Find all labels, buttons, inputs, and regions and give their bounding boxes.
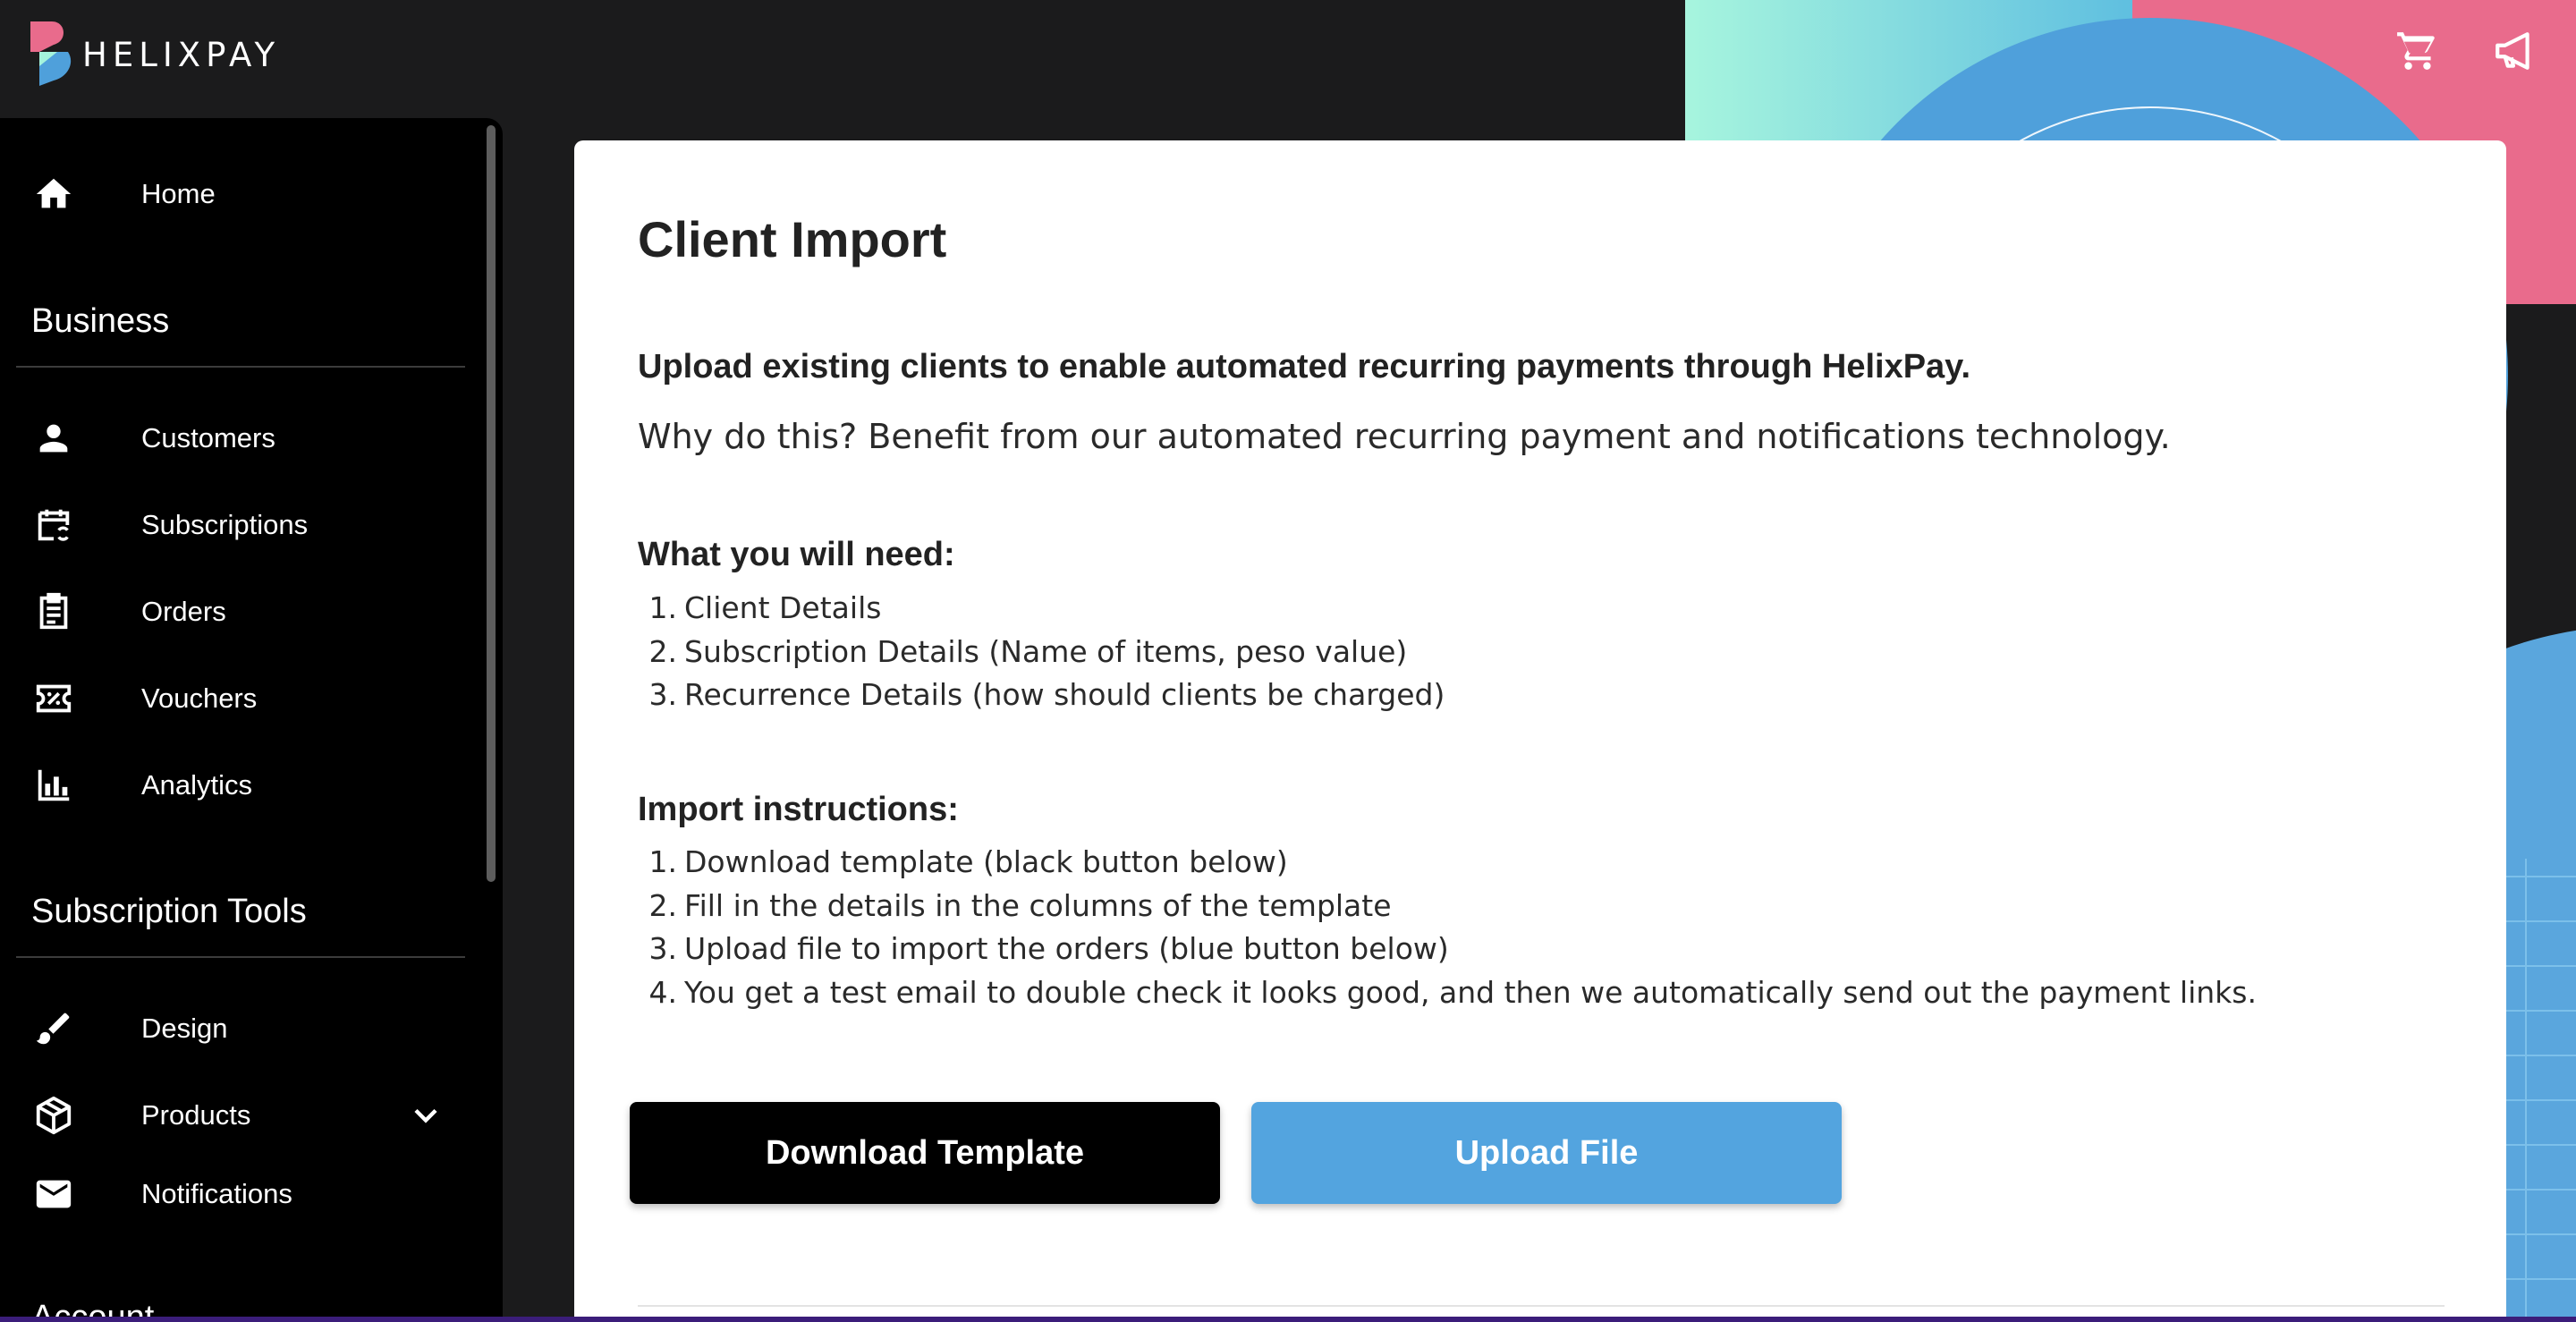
sidebar-item-products[interactable]: Products bbox=[0, 1080, 474, 1151]
sidebar-item-subscriptions[interactable]: Subscriptions bbox=[0, 489, 474, 561]
sidebar-item-label: Notifications bbox=[141, 1178, 292, 1209]
sidebar-item-label: Subscriptions bbox=[141, 509, 309, 540]
sidebar-item-customers[interactable]: Customers bbox=[0, 403, 474, 474]
sidebar-item-label: Vouchers bbox=[141, 682, 258, 714]
sidebar-item-label: Home bbox=[141, 178, 216, 209]
cart-icon[interactable] bbox=[2392, 25, 2444, 77]
voucher-icon bbox=[30, 675, 77, 722]
home-icon bbox=[30, 171, 77, 217]
list-item: 1. Download template (black button below) bbox=[648, 844, 1288, 879]
upload-file-button[interactable]: Upload File bbox=[1251, 1102, 1842, 1204]
calendar-sync-icon bbox=[30, 502, 77, 548]
download-template-button[interactable]: Download Template bbox=[630, 1102, 1220, 1204]
sidebar-scrollbar[interactable] bbox=[487, 125, 496, 882]
need-list: 1. Client Details 2. Subscription Details … bbox=[638, 587, 1445, 717]
instructions-heading: Import instructions: bbox=[638, 791, 959, 828]
sidebar-item-label: Products bbox=[141, 1099, 251, 1131]
lead-text: Upload existing clients to enable automa… bbox=[638, 348, 1971, 386]
sidebar-item-label: Analytics bbox=[141, 769, 253, 801]
sidebar-item-design[interactable]: Design bbox=[0, 993, 474, 1064]
sidebar-item-orders[interactable]: Orders bbox=[0, 576, 474, 648]
sidebar-item-vouchers[interactable]: Vouchers bbox=[0, 663, 474, 734]
client-import-card: Client Import Upload existing clients to… bbox=[574, 140, 2506, 1322]
sidebar-item-label: Design bbox=[141, 1013, 228, 1044]
sidebar-item-analytics[interactable]: Analytics bbox=[0, 750, 474, 821]
section-title-subscription-tools: Subscription Tools bbox=[31, 893, 307, 930]
sidebar-item-label: Customers bbox=[141, 422, 275, 453]
bar-chart-icon bbox=[30, 762, 77, 809]
clipboard-icon bbox=[30, 589, 77, 635]
person-icon bbox=[30, 415, 77, 462]
megaphone-icon[interactable] bbox=[2488, 25, 2540, 77]
section-divider bbox=[16, 956, 465, 958]
brand-logo[interactable]: HELIXPAY bbox=[30, 21, 280, 88]
list-item: 3. Upload file to import the orders (blue… bbox=[648, 931, 1449, 966]
brand-name: HELIXPAY bbox=[82, 35, 281, 74]
sidebar-item-notifications[interactable]: Notifications bbox=[0, 1158, 474, 1230]
list-item: 2. Subscription Details (Name of items, p… bbox=[648, 633, 1408, 669]
topbar-actions bbox=[2392, 25, 2540, 77]
box-icon bbox=[30, 1092, 77, 1139]
section-title-business: Business bbox=[31, 302, 170, 340]
mail-icon bbox=[30, 1171, 77, 1217]
helixpay-logo-icon bbox=[30, 21, 72, 86]
sidebar: Home Business Customers Subscriptions Or… bbox=[0, 118, 503, 1322]
card-divider bbox=[638, 1305, 2445, 1307]
section-divider bbox=[16, 366, 465, 368]
page-title: Client Import bbox=[638, 211, 947, 267]
list-item: 3. Recurrence Details (how should clients… bbox=[648, 677, 1445, 712]
list-item: 2. Fill in the details in the columns of … bbox=[648, 887, 1392, 923]
chevron-down-icon[interactable] bbox=[406, 1096, 445, 1135]
list-item: 1. Client Details bbox=[648, 590, 882, 625]
list-item: 4. You get a test email to double check i… bbox=[648, 974, 2257, 1010]
instructions-list: 1. Download template (black button below)… bbox=[638, 841, 2257, 1014]
sidebar-item-home[interactable]: Home bbox=[0, 158, 474, 230]
need-heading: What you will need: bbox=[638, 536, 955, 573]
why-text: Why do this? Benefit from our automated … bbox=[638, 417, 2171, 456]
brush-icon bbox=[30, 1005, 77, 1052]
window-bottom-edge bbox=[0, 1317, 2576, 1322]
sidebar-item-label: Orders bbox=[141, 596, 226, 627]
